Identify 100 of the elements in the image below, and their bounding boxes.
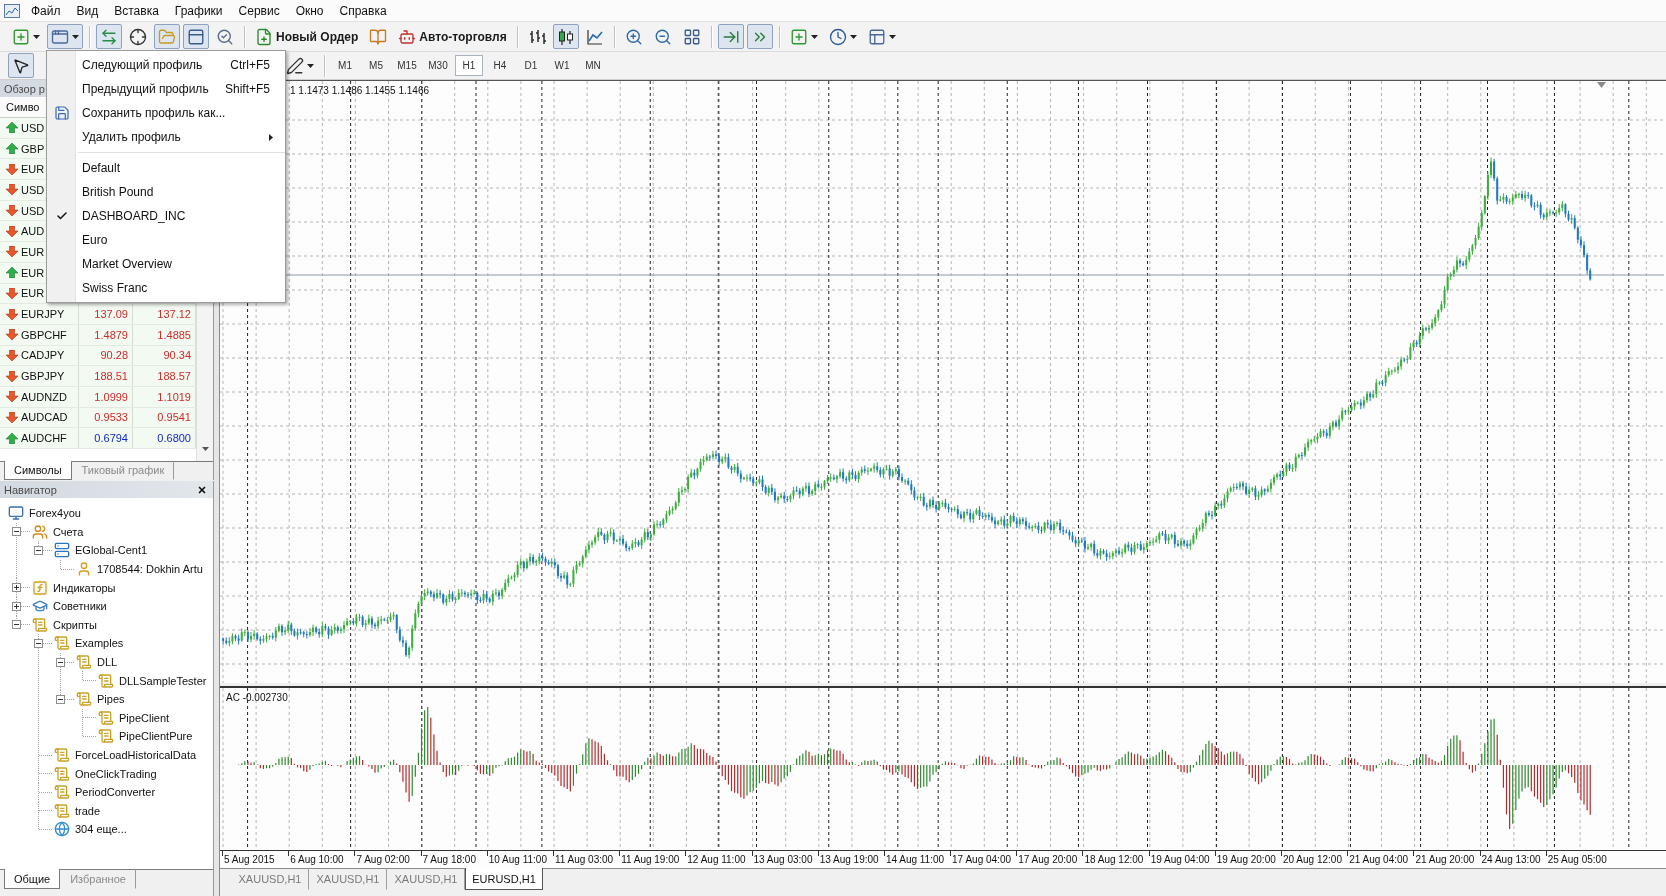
tree-item[interactable]: Индикаторы — [53, 581, 116, 594]
people-icon — [32, 523, 48, 540]
menu-item[interactable]: Euro — [47, 228, 285, 252]
timeframe-button[interactable]: MN — [579, 55, 607, 76]
minus-box-icon[interactable] — [56, 694, 65, 704]
plus-box-icon[interactable] — [12, 601, 21, 611]
tree-item[interactable]: Скрипты — [53, 618, 97, 631]
grid-icon — [682, 27, 701, 46]
cursor-button[interactable] — [8, 53, 34, 78]
candles-button[interactable] — [552, 24, 579, 49]
menu-item[interactable]: Файл — [23, 1, 69, 20]
close-icon[interactable] — [197, 484, 207, 495]
time-axis-label: 13 Aug 19:00 — [819, 853, 879, 866]
tree-item[interactable]: ForceLoadHistoricalData — [75, 749, 197, 761]
minus-box-icon[interactable] — [12, 620, 21, 630]
menu-item[interactable]: Вид — [68, 1, 107, 20]
minus-box-icon[interactable] — [56, 657, 65, 667]
window-icon — [51, 27, 69, 46]
timeframe-button[interactable]: M30 — [424, 55, 452, 76]
time-axis-label: 13 Aug 03:00 — [753, 853, 813, 866]
auto-trading-button[interactable]: Авто-торговля — [394, 24, 511, 49]
symbol-name: AUDCHF — [21, 432, 67, 445]
time-axis-label: 25 Aug 05:00 — [1547, 853, 1607, 866]
tree-item[interactable]: Pipes — [97, 693, 125, 706]
tree-item[interactable]: DLL — [97, 656, 118, 669]
tree-item[interactable]: Examples — [75, 637, 124, 650]
scroll-icon — [54, 747, 70, 763]
symbol-name: AUD — [21, 225, 45, 238]
ask-price: 137.12 — [157, 308, 191, 321]
tree-item[interactable]: 304 еще... — [75, 823, 127, 836]
tree-item[interactable]: 1708544: Dokhin Artu — [97, 563, 203, 576]
zoom-out-icon — [653, 27, 672, 46]
tree-item[interactable]: PeriodConverter — [75, 786, 156, 799]
bid-price: 90.28 — [100, 349, 128, 362]
menu-item[interactable]: Окно — [287, 1, 332, 20]
ohlc-bars-icon — [527, 27, 546, 46]
tab[interactable]: Общие — [4, 869, 61, 889]
menu-item[interactable]: Вставка — [106, 1, 167, 20]
timeframe-button[interactable]: W1 — [548, 55, 576, 76]
scroll-down-icon — [201, 447, 209, 451]
menu-item[interactable]: Справка — [331, 1, 395, 20]
menu-item[interactable]: Default — [47, 156, 285, 180]
minus-box-icon[interactable] — [34, 546, 43, 555]
tree-item[interactable]: EGlobal-Cent1 — [75, 544, 148, 557]
tree-item[interactable]: trade — [75, 804, 101, 817]
profiles-button[interactable] — [47, 24, 83, 49]
ask-price: 0.6800 — [157, 432, 191, 445]
plus-box-icon[interactable] — [12, 583, 21, 593]
symbol-name: EUR — [21, 163, 45, 176]
tree-item[interactable]: DLLSampleTester — [119, 674, 207, 687]
person-icon — [76, 561, 92, 578]
tree-item[interactable]: OneClickTrading — [75, 767, 157, 780]
tree-item[interactable]: Forex4you — [29, 507, 81, 520]
chart-tab[interactable]: XAUUSD,H1 — [309, 868, 387, 890]
chart-shift-button[interactable] — [717, 24, 744, 49]
chart-tab[interactable]: EURUSD,H1 — [465, 868, 543, 890]
time-axis-label: 17 Aug 20:00 — [1018, 853, 1078, 866]
pen-icon — [286, 56, 304, 75]
symbol-name: EUR — [21, 266, 45, 279]
menu-item[interactable]: Удалить профиль — [47, 125, 285, 149]
timeframe-button[interactable]: M1 — [331, 55, 359, 76]
tree-item[interactable]: Счета — [53, 525, 84, 538]
menu-item[interactable]: Market Overview — [47, 252, 285, 276]
timeframe-button[interactable]: H1 — [455, 55, 483, 76]
plus-icon — [12, 27, 30, 46]
indicator-label: AC -0.002730 — [226, 692, 288, 703]
time-axis-label: 7 Aug 18:00 — [422, 853, 476, 866]
time-axis-label: 14 Aug 11:00 — [885, 853, 945, 866]
tab[interactable]: Символы — [4, 461, 72, 480]
menu-item[interactable]: Swiss Franc — [47, 276, 285, 300]
ask-price: 188.57 — [157, 370, 191, 383]
timeframe-button[interactable]: M15 — [393, 55, 421, 76]
auto-scroll-button[interactable] — [746, 24, 773, 49]
chart-tab[interactable]: XAUUSD,H1 — [231, 868, 309, 890]
menu-item[interactable]: DASHBOARD_INC — [47, 204, 285, 228]
bid-price: 137.09 — [94, 308, 128, 321]
menu-item[interactable]: Сервис — [230, 1, 288, 20]
menu-item[interactable]: Сохранить профиль как... — [47, 101, 285, 125]
menu-item[interactable]: Графики — [166, 1, 231, 20]
column-header[interactable]: Симво — [6, 101, 40, 113]
tree-item[interactable]: PipeClient — [119, 711, 170, 724]
new-order-button[interactable]: Новый Ордер — [251, 24, 363, 49]
ask-price: 1.1019 — [157, 390, 191, 403]
clock-icon — [828, 27, 847, 46]
menu-item[interactable]: Предыдущий профиль Shift+F5 — [47, 77, 285, 101]
tree-item[interactable]: PipeClientPure — [119, 730, 193, 743]
caret-icon — [888, 34, 896, 39]
timeframe-button[interactable]: M5 — [362, 55, 390, 76]
time-axis-label: 5 Aug 2015 — [224, 853, 275, 866]
menu-item[interactable]: British Pound — [47, 180, 285, 204]
timeframe-button[interactable]: H4 — [486, 55, 514, 76]
menu-item[interactable]: Следующий профиль Ctrl+F5 — [47, 53, 285, 77]
timeframe-button[interactable]: D1 — [517, 55, 545, 76]
app-icon[interactable] — [4, 3, 20, 18]
minus-box-icon[interactable] — [34, 638, 43, 648]
function-icon — [32, 579, 48, 596]
time-axis-label: 6 Aug 10:00 — [290, 853, 344, 866]
minus-box-icon[interactable] — [12, 527, 21, 537]
terminal-button[interactable] — [183, 24, 209, 49]
tree-item[interactable]: Советники — [53, 600, 107, 613]
